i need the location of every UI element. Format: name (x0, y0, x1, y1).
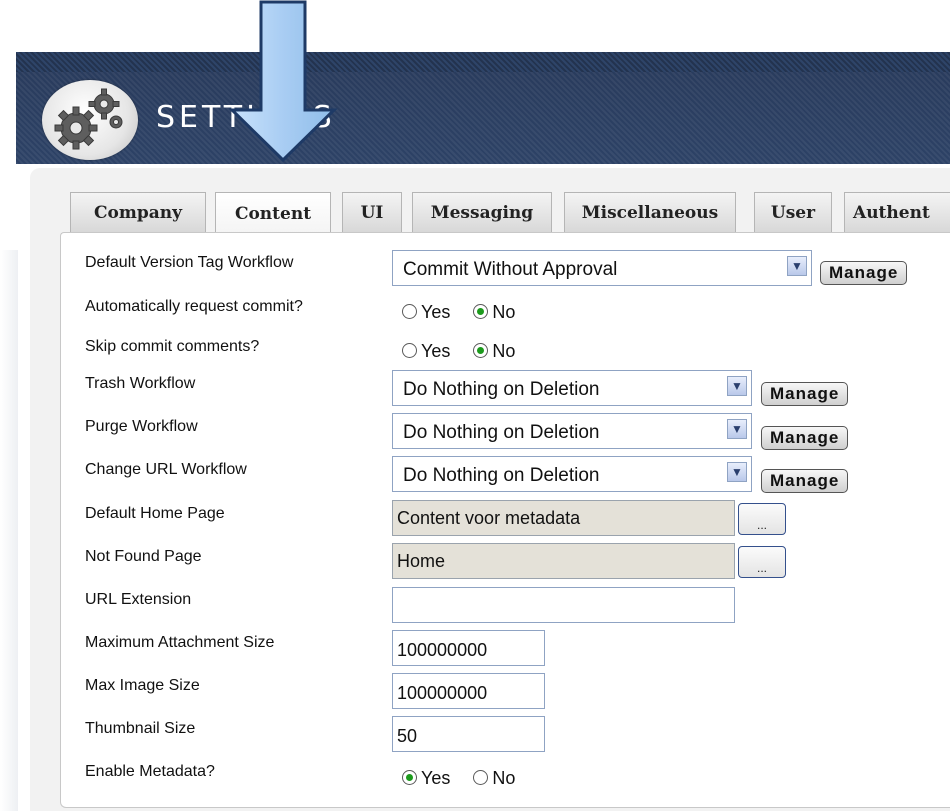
radio-label-no: No (492, 341, 516, 361)
manage-trash-workflow-button[interactable]: Manage (761, 382, 849, 406)
tab-authentication[interactable]: Authent (844, 192, 950, 232)
enable-metadata-yes-radio[interactable] (402, 770, 417, 785)
radio-label-no: No (492, 302, 516, 322)
tab-miscellaneous[interactable]: Miscellaneous (564, 192, 736, 232)
arrow-down-icon (228, 0, 338, 163)
default-version-tag-workflow-select[interactable]: Commit Without Approval ▼ (392, 250, 812, 286)
radio-label-yes: Yes (421, 768, 451, 788)
radio-label-yes: Yes (421, 302, 451, 322)
chevron-down-icon[interactable]: ▼ (727, 376, 747, 396)
max-image-size-label: Max Image Size (85, 677, 200, 694)
url-extension-input[interactable] (392, 587, 735, 623)
tab-messaging[interactable]: Messaging (412, 192, 552, 232)
tab-content[interactable]: Content (215, 192, 331, 234)
max-image-size-input[interactable]: 100000000 (392, 673, 545, 709)
auto-request-commit-yes-radio[interactable] (402, 304, 417, 319)
enable-metadata-label: Enable Metadata? (85, 763, 215, 780)
select-value: Do Nothing on Deletion (403, 465, 600, 486)
enable-metadata-no-radio[interactable] (473, 770, 489, 785)
radio-label-yes: Yes (421, 341, 451, 361)
tab-company[interactable]: Company (70, 192, 206, 232)
max-attachment-size-label: Maximum Attachment Size (85, 634, 275, 651)
max-attachment-size-input[interactable]: 100000000 (392, 630, 545, 666)
auto-request-commit-label: Automatically request commit? (85, 298, 303, 315)
auto-request-commit-no-radio[interactable] (473, 304, 489, 319)
not-found-page-label: Not Found Page (85, 548, 202, 565)
skip-commit-comments-no-radio[interactable] (473, 343, 489, 358)
not-found-page-browse-button[interactable]: ... (738, 546, 786, 578)
select-value: Do Nothing on Deletion (403, 422, 600, 443)
tab-ui[interactable]: UI (342, 192, 402, 232)
chevron-down-icon[interactable]: ▼ (727, 462, 747, 482)
default-home-page-field: Content voor metadata (392, 500, 735, 536)
default-home-page-label: Default Home Page (85, 505, 225, 522)
header-strip (16, 52, 950, 72)
left-fade (0, 250, 18, 811)
trash-workflow-select[interactable]: Do Nothing on Deletion ▼ (392, 370, 752, 406)
change-url-workflow-select[interactable]: Do Nothing on Deletion ▼ (392, 456, 752, 492)
url-extension-label: URL Extension (85, 591, 192, 608)
select-value: Commit Without Approval (403, 259, 618, 280)
purge-workflow-select[interactable]: Do Nothing on Deletion ▼ (392, 413, 752, 449)
tab-user[interactable]: User (754, 192, 832, 232)
gears-icon (54, 88, 123, 150)
auto-request-commit-radio-group: Yes No (402, 302, 533, 323)
change-url-workflow-label: Change URL Workflow (85, 461, 247, 478)
radio-label-no: No (492, 768, 516, 788)
thumbnail-size-input[interactable]: 50 (392, 716, 545, 752)
skip-commit-comments-radio-group: Yes No (402, 341, 533, 362)
skip-commit-comments-label: Skip commit comments? (85, 338, 260, 355)
trash-workflow-label: Trash Workflow (85, 375, 196, 392)
not-found-page-field: Home (392, 543, 735, 579)
purge-workflow-label: Purge Workflow (85, 418, 198, 435)
chevron-down-icon[interactable]: ▼ (727, 419, 747, 439)
default-home-page-browse-button[interactable]: ... (738, 503, 786, 535)
manage-version-tag-workflow-button[interactable]: Manage (820, 261, 908, 285)
thumbnail-size-label: Thumbnail Size (85, 720, 196, 737)
default-version-tag-workflow-label: Default Version Tag Workflow (85, 254, 294, 271)
manage-change-url-workflow-button[interactable]: Manage (761, 469, 849, 493)
enable-metadata-radio-group: Yes No (402, 768, 533, 789)
chevron-down-icon[interactable]: ▼ (787, 256, 807, 276)
select-value: Do Nothing on Deletion (403, 379, 600, 400)
skip-commit-comments-yes-radio[interactable] (402, 343, 417, 358)
manage-purge-workflow-button[interactable]: Manage (761, 426, 849, 450)
